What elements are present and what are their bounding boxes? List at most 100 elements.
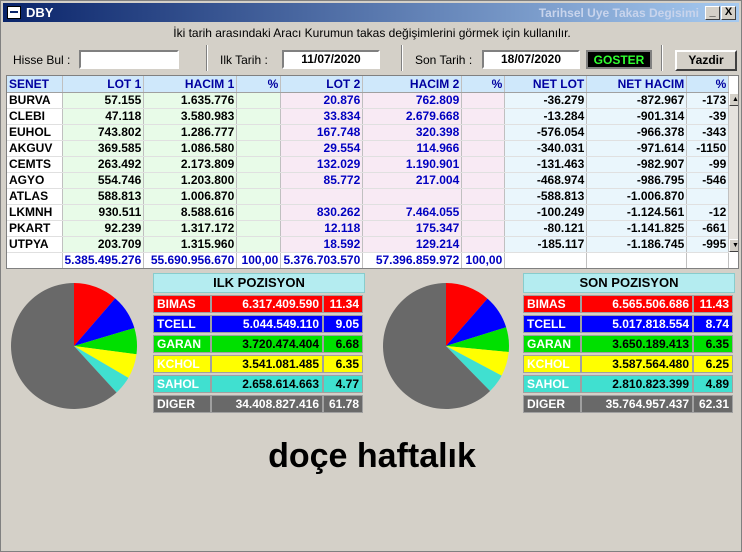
last-position-title: SON POZISYON: [523, 273, 735, 293]
table-cell: 762.809: [362, 92, 463, 109]
minimize-button[interactable]: _: [705, 6, 720, 20]
column-header[interactable]: %: [236, 76, 282, 93]
position-name: SAHOL: [523, 375, 581, 393]
column-header[interactable]: HACIM 2: [362, 76, 463, 93]
position-name: BIMAS: [523, 295, 581, 313]
total-cell: 100,00: [236, 252, 282, 268]
position-pct: 4.77: [323, 375, 363, 393]
table-cell: -13.284: [504, 108, 588, 125]
app-window: DBY Tarihsel Uye Takas Degisimi _ X İki …: [0, 0, 742, 552]
table-cell: -99: [686, 156, 730, 173]
column-header[interactable]: %: [461, 76, 506, 93]
position-row: DIGER 35.764.957.437 62.31: [523, 395, 733, 413]
vertical-scrollbar[interactable]: ▲ ▼: [728, 93, 738, 252]
table-row[interactable]: CLEBI 47.118 3.580.983 33.834 2.679.668 -13.2…: [7, 108, 730, 125]
position-pct: 4.89: [693, 375, 733, 393]
table-cell: [236, 108, 282, 125]
table-cell: [236, 220, 282, 237]
start-date-field[interactable]: 11/07/2020: [282, 50, 380, 69]
show-button[interactable]: GOSTER: [586, 50, 652, 69]
table-cell: [461, 124, 506, 141]
position-name: KCHOL: [523, 355, 581, 373]
title-bar[interactable]: DBY Tarihsel Uye Takas Degisimi _ X: [3, 3, 739, 22]
table-row[interactable]: LKMNH 930.511 8.588.616 830.262 7.464.055 -10…: [7, 204, 730, 221]
position-value: 3.720.474.404: [211, 335, 323, 353]
column-header[interactable]: NET HACIM: [586, 76, 688, 93]
search-input[interactable]: [79, 50, 179, 69]
table-cell: -340.031: [504, 140, 588, 157]
position-row: DIGER 34.408.827.416 61.78: [153, 395, 363, 413]
table-cell: 263.492: [62, 156, 145, 173]
first-position-table: BIMAS 6.317.409.590 11.34 TCELL 5.044.549.11…: [153, 293, 363, 415]
table-cell: [236, 188, 282, 205]
table-cell: -1.186.745: [586, 236, 688, 253]
symbol-cell: PKART: [7, 220, 63, 237]
table-row[interactable]: AKGUV 369.585 1.086.580 29.554 114.966 -340.0…: [7, 140, 730, 157]
position-pct: 6.68: [323, 335, 363, 353]
table-row[interactable]: UTPYA 203.709 1.315.960 18.592 129.214 -185.1…: [7, 236, 730, 253]
table-cell: -982.907: [586, 156, 688, 173]
table-cell: -966.378: [586, 124, 688, 141]
table-row[interactable]: CEMTS 263.492 2.173.809 132.029 1.190.901 -13…: [7, 156, 730, 173]
column-header[interactable]: LOT 1: [62, 76, 145, 93]
divider: [401, 45, 403, 71]
table-cell: [236, 124, 282, 141]
position-pct: 8.74: [693, 315, 733, 333]
position-row: GARAN 3.720.474.404 6.68: [153, 335, 363, 353]
table-cell: 18.592: [280, 236, 364, 253]
position-value: 6.565.506.686: [581, 295, 693, 313]
column-header[interactable]: SENET: [7, 76, 63, 93]
end-date-field[interactable]: 18/07/2020: [482, 50, 580, 69]
table-row[interactable]: EUHOL 743.802 1.286.777 167.748 320.398 -576.…: [7, 124, 730, 141]
table-cell: -343: [686, 124, 730, 141]
table-cell: 1.286.777: [143, 124, 238, 141]
table-cell: 1.203.800: [143, 172, 238, 189]
position-value: 6.317.409.590: [211, 295, 323, 313]
table-cell: [461, 188, 506, 205]
table-cell: [236, 172, 282, 189]
table-cell: [236, 204, 282, 221]
table-cell: 20.876: [280, 92, 364, 109]
column-header[interactable]: NET LOT: [504, 76, 588, 93]
table-cell: 930.511: [62, 204, 145, 221]
column-header[interactable]: LOT 2: [280, 76, 364, 93]
position-row: SAHOL 2.658.614.663 4.77: [153, 375, 363, 393]
position-name: TCELL: [153, 315, 211, 333]
table-row[interactable]: AGYO 554.746 1.203.800 85.772 217.004 -468.97…: [7, 172, 730, 189]
total-cell: 55.690.956.670: [143, 252, 238, 268]
table-row[interactable]: BURVA 57.155 1.635.776 20.876 762.809 -36.279…: [7, 92, 730, 109]
position-value: 2.658.614.663: [211, 375, 323, 393]
divider: [206, 45, 208, 71]
position-pct: 6.25: [693, 355, 733, 373]
position-pct: 62.31: [693, 395, 733, 413]
table-cell: 3.580.983: [143, 108, 238, 125]
position-value: 3.541.081.485: [211, 355, 323, 373]
caption-text: doçe haftalık: [268, 437, 476, 475]
symbol-cell: EUHOL: [7, 124, 63, 141]
table-cell: 1.006.870: [143, 188, 238, 205]
position-name: GARAN: [523, 335, 581, 353]
print-button[interactable]: Yazdir: [675, 50, 737, 71]
column-header[interactable]: %: [686, 76, 730, 93]
table-cell: 57.155: [62, 92, 145, 109]
symbol-cell: UTPYA: [7, 236, 63, 253]
table-cell: -901.314: [586, 108, 688, 125]
table-row[interactable]: PKART 92.239 1.317.172 12.118 175.347 -80.121…: [7, 220, 730, 237]
table-cell: 588.813: [62, 188, 145, 205]
column-header[interactable]: HACIM 1: [143, 76, 238, 93]
table-cell: -131.463: [504, 156, 588, 173]
last-position-table: BIMAS 6.565.506.686 11.43 TCELL 5.017.818.55…: [523, 293, 733, 415]
table-cell: 369.585: [62, 140, 145, 157]
table-cell: [461, 220, 506, 237]
window-subtitle: Tarihsel Uye Takas Degisimi: [538, 6, 699, 20]
total-cell: 5.376.703.570: [280, 252, 364, 268]
close-button[interactable]: X: [721, 6, 736, 20]
scroll-up-icon[interactable]: ▲: [729, 93, 738, 106]
table-cell: [362, 188, 463, 205]
scroll-down-icon[interactable]: ▼: [729, 239, 738, 252]
table-cell: -588.813: [504, 188, 588, 205]
table-row[interactable]: ATLAS 588.813 1.006.870 -588.813 -1.006.870: [7, 188, 730, 205]
divider: [661, 45, 663, 71]
table-cell: 1.317.172: [143, 220, 238, 237]
position-row: TCELL 5.044.549.110 9.05: [153, 315, 363, 333]
